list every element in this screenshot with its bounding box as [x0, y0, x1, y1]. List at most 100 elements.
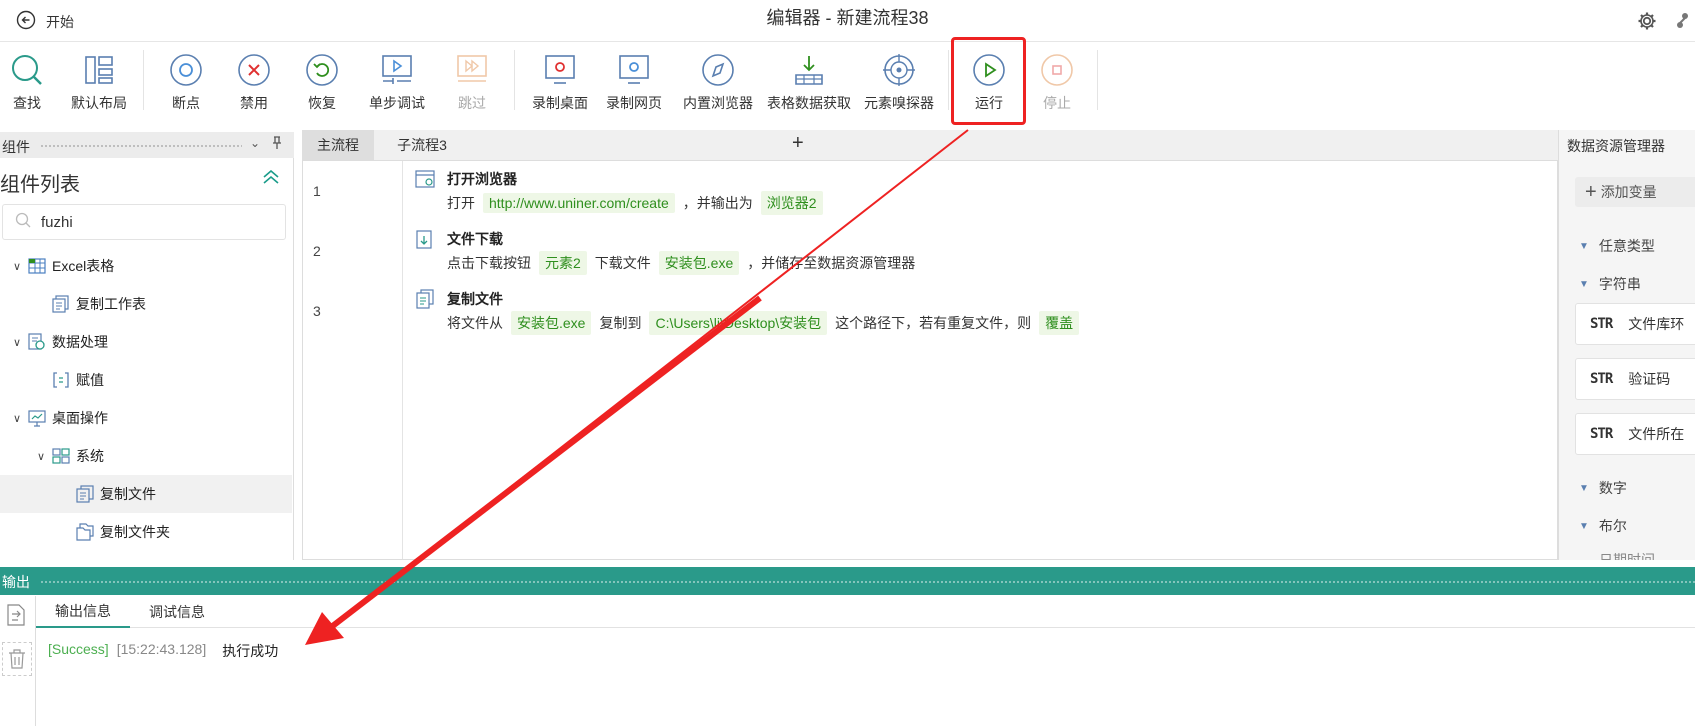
skip-label: 跳过	[458, 95, 486, 111]
variable-item[interactable]: STR 文件库环	[1575, 303, 1695, 345]
skip-button[interactable]: 跳过	[433, 43, 511, 117]
chevron-down-icon[interactable]: ∨	[10, 336, 24, 349]
breakpoint-button[interactable]: 断点	[147, 43, 225, 117]
restore-icon	[305, 53, 339, 87]
line-number: 3	[313, 303, 321, 319]
category-label: 数字	[1598, 480, 1627, 496]
tree-item-copy-sheet[interactable]: 复制工作表	[0, 285, 292, 323]
drag-grip[interactable]	[40, 580, 1695, 584]
step-description: 将文件从 安装包.exe 复制到 C:\Users\li\Desktop\安装包 这个路…	[447, 311, 1087, 335]
step-text: 将文件从	[447, 315, 503, 331]
tab-subflow-3[interactable]: 子流程3	[374, 130, 470, 160]
output-tabs: 输出信息 调试信息	[36, 596, 1695, 628]
search-input[interactable]	[41, 213, 261, 231]
system-icon	[52, 448, 70, 464]
step-description: 打开 http://www.uniner.com/create ，并输出为 浏览器2	[447, 191, 831, 215]
flow-editor[interactable]: 1 2 3 打开浏览器 打开 http://www.uniner.com/creat…	[302, 160, 1558, 560]
step-debug-button[interactable]: 单步调试	[358, 43, 436, 117]
str-type-icon: STR	[1590, 316, 1613, 332]
settings-gear-icon[interactable]	[1636, 10, 1658, 37]
tree-item-label: 赋值	[76, 372, 104, 388]
plus-icon: +	[1585, 180, 1597, 203]
disable-icon	[237, 53, 271, 87]
chevron-down-icon[interactable]: ∨	[34, 450, 48, 463]
disable-button[interactable]: 禁用	[215, 43, 293, 117]
copy-folder-icon	[76, 523, 94, 541]
tree-item-excel[interactable]: ∨ Excel表格	[0, 247, 292, 285]
output-panel-header: 输出	[0, 567, 1695, 595]
components-panel-header: 组件 ⌄	[0, 132, 294, 158]
step-parameter-token[interactable]: 安装包.exe	[658, 251, 740, 275]
table-data-button[interactable]: 表格数据获取	[767, 43, 851, 117]
breakpoint-label: 断点	[172, 95, 200, 111]
chevron-down-icon[interactable]: ∨	[10, 412, 24, 425]
tree-item-desktop-ops[interactable]: ∨ 桌面操作	[0, 399, 292, 437]
step-text: 复制到	[599, 315, 642, 331]
title-bar: 开始 编辑器 - 新建流程38	[0, 0, 1695, 42]
tree-item-assign[interactable]: 赋值	[0, 361, 292, 399]
find-button[interactable]: 查找	[0, 43, 66, 117]
category-datetime[interactable]: 日期时间	[1599, 550, 1655, 560]
pin-icon[interactable]	[272, 136, 282, 153]
editor-window: 开始 编辑器 - 新建流程38 查找 默认布局 断点 禁用 恢复 单步调试 跳过…	[0, 0, 1695, 726]
element-sniffer-button[interactable]: 元素嗅探器	[860, 43, 938, 117]
category-boolean[interactable]: ▼ 布尔	[1579, 516, 1627, 536]
triangle-down-icon: ▼	[1579, 482, 1589, 494]
step-parameter-token[interactable]: http://www.uniner.com/create	[483, 193, 675, 213]
record-web-button[interactable]: 录制网页	[595, 43, 673, 117]
tree-item-copy-file[interactable]: 复制文件	[0, 475, 292, 513]
step-parameter-token[interactable]: 元素2	[539, 251, 587, 275]
file-download-icon	[415, 229, 435, 254]
restore-label: 恢复	[308, 95, 336, 111]
toolbar-divider	[948, 50, 949, 110]
tree-item-data-processing[interactable]: ∨ 数据处理	[0, 323, 292, 361]
step-parameter-token[interactable]: C:\Users\li\Desktop\安装包	[649, 311, 828, 335]
export-log-icon[interactable]	[6, 604, 26, 631]
line-gutter: 1 2 3	[303, 161, 403, 559]
builtin-browser-button[interactable]: 内置浏览器	[679, 43, 757, 117]
category-string[interactable]: ▼ 字符串	[1579, 274, 1641, 294]
tab-main-flow[interactable]: 主流程	[302, 130, 374, 160]
desktop-ops-icon	[28, 409, 46, 427]
layout-icon	[82, 53, 116, 87]
tree-item-copy-folder[interactable]: 复制文件夹	[0, 513, 292, 551]
variable-item[interactable]: STR 验证码	[1575, 358, 1695, 400]
table-data-label: 表格数据获取	[767, 95, 851, 111]
drag-grip[interactable]	[40, 144, 242, 148]
tab-debug-info[interactable]: 调试信息	[130, 596, 224, 628]
category-number[interactable]: ▼ 数字	[1579, 478, 1627, 498]
open-browser-icon	[415, 169, 435, 194]
category-any-type[interactable]: ▼ 任意类型	[1579, 236, 1655, 256]
toolbar-divider	[143, 50, 144, 110]
clear-log-icon[interactable]	[2, 642, 32, 676]
search-icon	[10, 53, 44, 87]
disable-label: 禁用	[240, 95, 268, 111]
step-parameter-token[interactable]: 浏览器2	[760, 191, 823, 215]
tree-item-label: 复制工作表	[76, 296, 146, 312]
component-search[interactable]	[2, 204, 286, 240]
line-number: 1	[313, 183, 321, 199]
tree-item-system[interactable]: ∨ 系统	[0, 437, 292, 475]
share-icon[interactable]	[1675, 10, 1695, 37]
stop-button[interactable]: 停止	[1018, 43, 1096, 117]
add-variable-label: 添加变量	[1600, 184, 1657, 200]
tree-item-label: Excel表格	[52, 258, 115, 274]
element-sniffer-icon	[882, 53, 916, 87]
variable-name: 验证码	[1628, 371, 1671, 387]
chevron-down-icon[interactable]: ∨	[10, 260, 24, 273]
chevron-down-icon[interactable]: ⌄	[250, 136, 260, 150]
add-tab-icon[interactable]: +	[792, 132, 804, 155]
collapse-up-icon[interactable]	[262, 169, 280, 189]
step-parameter-token[interactable]: 安装包.exe	[511, 311, 592, 335]
log-level: [Success]	[48, 641, 109, 657]
step-parameter-token[interactable]: 覆盖	[1039, 311, 1080, 335]
record-desktop-button[interactable]: 录制桌面	[521, 43, 599, 117]
add-variable-button[interactable]: + 添加变量	[1575, 177, 1695, 207]
tab-output-info[interactable]: 输出信息	[36, 596, 130, 628]
variable-item[interactable]: STR 文件所在	[1575, 413, 1695, 455]
output-header-label: 输出	[2, 574, 30, 590]
restore-button[interactable]: 恢复	[283, 43, 361, 117]
default-layout-button[interactable]: 默认布局	[60, 43, 138, 117]
step-description: 点击下载按钮 元素2 下载文件 安装包.exe ，并储存至数据资源管理器	[447, 251, 915, 275]
category-label: 布尔	[1598, 518, 1627, 534]
